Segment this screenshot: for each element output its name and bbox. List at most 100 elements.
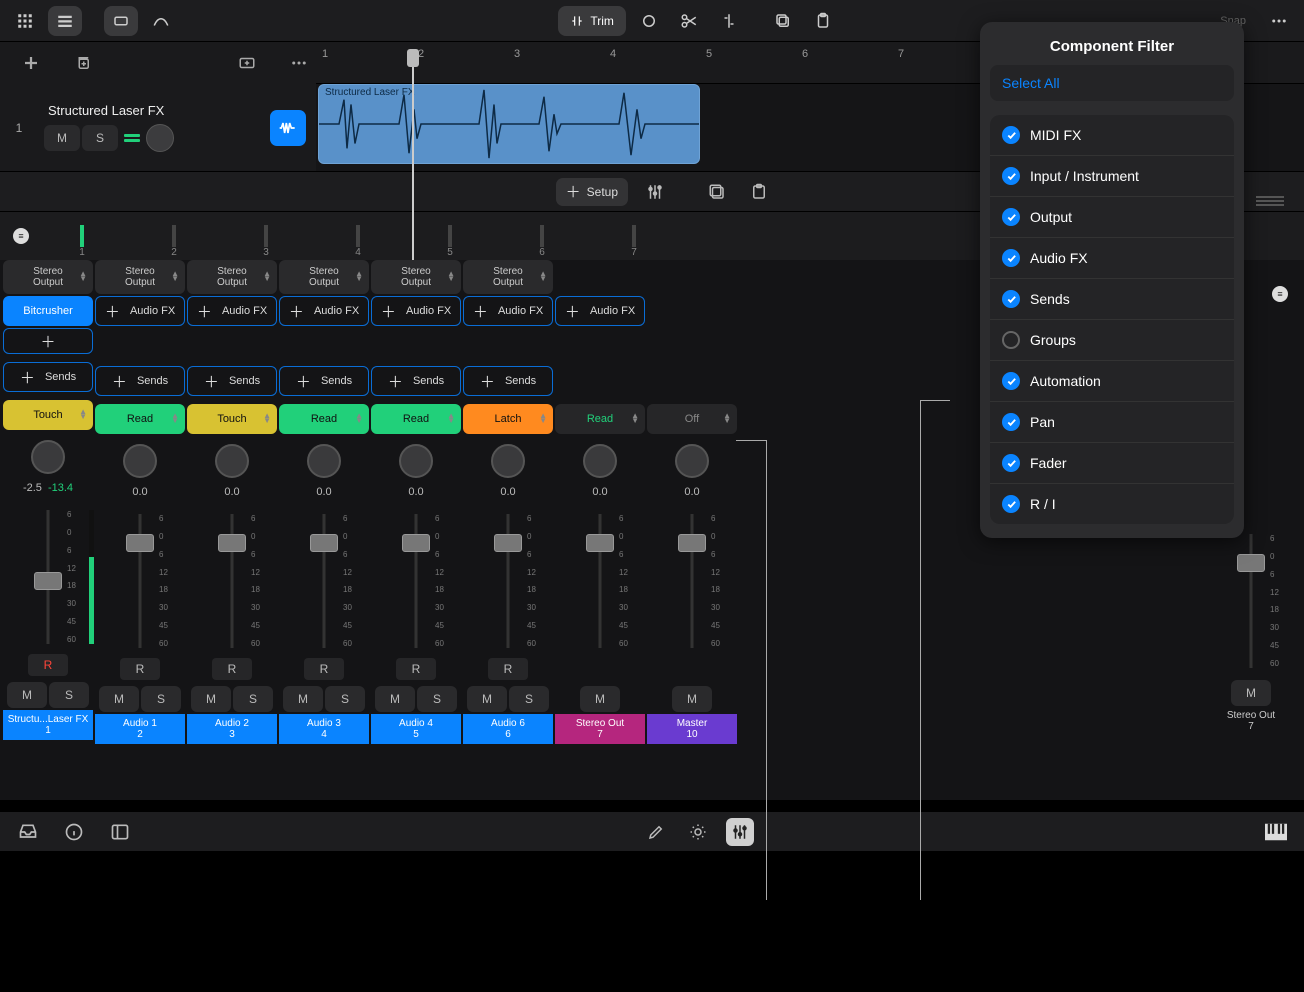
sends-slot[interactable]: ＋ Sends xyxy=(95,366,185,396)
import-icon[interactable] xyxy=(230,48,264,78)
solo-button[interactable]: S xyxy=(325,686,365,712)
filter-dot-icon[interactable]: ≡ xyxy=(13,228,29,244)
solo-button[interactable]: S xyxy=(509,686,549,712)
output-slot[interactable]: Stereo Output▲▼ xyxy=(371,260,461,294)
output-slot[interactable]: Stereo Output▲▼ xyxy=(463,260,553,294)
record-enable[interactable]: R xyxy=(212,658,252,680)
pan-knob[interactable] xyxy=(399,444,433,478)
split-icon[interactable] xyxy=(712,6,746,36)
duplicate-track-icon[interactable] xyxy=(66,48,100,78)
overview-channel[interactable]: 7 xyxy=(588,212,680,260)
solo-button[interactable]: S xyxy=(49,682,89,708)
fader-handle[interactable] xyxy=(126,534,154,552)
select-all-button[interactable]: Select All xyxy=(990,65,1234,101)
output-slot[interactable]: Stereo Output▲▼ xyxy=(95,260,185,294)
filter-row[interactable]: Fader xyxy=(990,443,1234,484)
pan-knob[interactable] xyxy=(307,444,341,478)
playhead-handle[interactable] xyxy=(407,49,419,67)
sidebar-icon[interactable] xyxy=(106,818,134,846)
output-slot[interactable]: Stereo Output▲▼ xyxy=(187,260,277,294)
sends-slot[interactable]: ＋ Sends xyxy=(371,366,461,396)
solo-button[interactable]: S xyxy=(233,686,273,712)
channel-name[interactable]: Stereo Out7 xyxy=(555,714,645,744)
sends-slot[interactable]: ＋ Sends xyxy=(187,366,277,396)
fader[interactable]: 6061218304560 xyxy=(555,506,645,656)
automation-mode[interactable]: Read▲▼ xyxy=(95,404,185,434)
mixer-copy-icon[interactable] xyxy=(702,178,732,206)
audiofx-slot[interactable]: ＋ Audio FX xyxy=(95,296,185,326)
overview-channel[interactable]: 3 xyxy=(220,212,312,260)
solo-button[interactable]: S xyxy=(82,125,118,151)
fader-handle[interactable] xyxy=(1237,554,1265,572)
automation-curve-icon[interactable] xyxy=(144,6,178,36)
copy-icon[interactable] xyxy=(766,6,800,36)
volume-knob[interactable] xyxy=(146,124,174,152)
pan-knob[interactable] xyxy=(123,444,157,478)
filter-row[interactable]: Sends xyxy=(990,279,1234,320)
mute-button[interactable]: M xyxy=(1231,680,1271,706)
sends-slot[interactable]: ＋ Sends xyxy=(279,366,369,396)
fader-handle[interactable] xyxy=(494,534,522,552)
overview-channel[interactable]: 6 xyxy=(496,212,588,260)
overview-channel[interactable]: 1 xyxy=(36,212,128,260)
pan-knob[interactable] xyxy=(491,444,525,478)
mute-button[interactable]: M xyxy=(467,686,507,712)
mute-button[interactable]: M xyxy=(672,686,712,712)
fader-handle[interactable] xyxy=(678,534,706,552)
mute-button[interactable]: M xyxy=(375,686,415,712)
fader[interactable]: 6061218304560 xyxy=(279,506,369,656)
filter-row[interactable]: Input / Instrument xyxy=(990,156,1234,197)
overview-channel[interactable]: 2 xyxy=(128,212,220,260)
paste-icon[interactable] xyxy=(806,6,840,36)
fader[interactable]: 6061218304560 xyxy=(3,502,93,652)
filter-row[interactable]: Automation xyxy=(990,361,1234,402)
automation-mode[interactable]: Touch▲▼ xyxy=(3,400,93,430)
mixer-paste-icon[interactable] xyxy=(744,178,774,206)
pan-knob[interactable] xyxy=(215,444,249,478)
pencil-icon[interactable] xyxy=(642,818,670,846)
automation-mode[interactable]: Latch▲▼ xyxy=(463,404,553,434)
loop-icon[interactable] xyxy=(632,6,666,36)
automation-mode[interactable]: Read▲▼ xyxy=(555,404,645,434)
filter-row[interactable]: R / I xyxy=(990,484,1234,524)
record-enable[interactable]: R xyxy=(28,654,68,676)
pan-knob[interactable] xyxy=(31,440,65,474)
record-enable[interactable]: R xyxy=(488,658,528,680)
grid-view-icon[interactable] xyxy=(8,6,42,36)
inbox-icon[interactable] xyxy=(14,818,42,846)
automation-mode[interactable]: Read▲▼ xyxy=(371,404,461,434)
output-slot[interactable]: Stereo Output▲▼ xyxy=(3,260,93,294)
fader-handle[interactable] xyxy=(218,534,246,552)
audiofx-slot[interactable]: ＋ Audio FX xyxy=(279,296,369,326)
filter-row[interactable]: MIDI FX xyxy=(990,115,1234,156)
channel-name[interactable]: Audio 45 xyxy=(371,714,461,744)
mute-button[interactable]: M xyxy=(580,686,620,712)
add-track-icon[interactable] xyxy=(14,48,48,78)
record-enable[interactable]: R xyxy=(120,658,160,680)
filter-row[interactable]: Output xyxy=(990,197,1234,238)
channel-name[interactable]: Audio 23 xyxy=(187,714,277,744)
fader-handle[interactable] xyxy=(402,534,430,552)
info-icon[interactable] xyxy=(60,818,88,846)
fader-handle[interactable] xyxy=(310,534,338,552)
playhead[interactable] xyxy=(412,50,414,261)
record-enable[interactable]: R xyxy=(396,658,436,680)
sends-slot[interactable]: ＋ Sends xyxy=(3,362,93,392)
track-name[interactable]: Structured Laser FX xyxy=(42,103,262,118)
filter-row[interactable]: Groups xyxy=(990,320,1234,361)
piano-icon[interactable] xyxy=(1262,818,1290,846)
trim-mode-button[interactable]: Trim xyxy=(558,6,626,36)
automation-mode[interactable]: Off▲▼ xyxy=(647,404,737,434)
mute-button[interactable]: M xyxy=(44,125,80,151)
channel-name[interactable]: Master10 xyxy=(647,714,737,744)
fader[interactable]: 6061218304560 xyxy=(187,506,277,656)
audio-clip[interactable]: Structured Laser FX xyxy=(318,84,700,164)
mute-button[interactable]: M xyxy=(99,686,139,712)
channel-name[interactable]: Structu...Laser FX1 xyxy=(3,710,93,740)
channel-name[interactable]: Audio 66 xyxy=(463,714,553,744)
mute-button[interactable]: M xyxy=(283,686,323,712)
right-filter-dot-icon[interactable]: ≡ xyxy=(1272,286,1288,302)
audiofx-slot[interactable]: ＋ Audio FX xyxy=(555,296,645,326)
record-enable[interactable]: R xyxy=(304,658,344,680)
automation-mode[interactable]: Read▲▼ xyxy=(279,404,369,434)
